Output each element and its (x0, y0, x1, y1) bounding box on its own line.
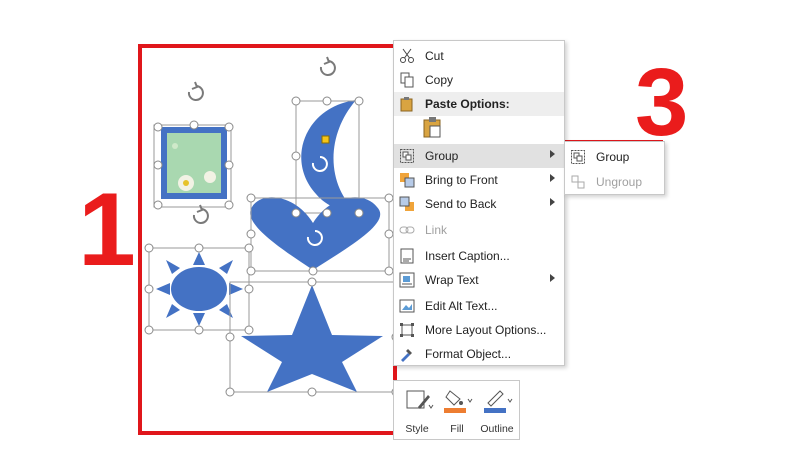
fill-label: Fill (450, 423, 464, 435)
ungroup-icon (571, 175, 585, 189)
bring-to-front-icon (400, 173, 415, 188)
group-icon (571, 150, 585, 164)
outline-label: Outline (480, 423, 514, 435)
chevron-right-icon (550, 274, 555, 282)
format-object-icon (401, 349, 412, 362)
chevron-right-icon (550, 198, 555, 206)
menu-item-group[interactable]: Group (394, 144, 564, 168)
menu-label-paste-options: Paste Options: (425, 97, 510, 111)
link-icon (399, 226, 415, 234)
submenu-label-ungroup: Ungroup (596, 175, 643, 189)
paste-keep-source-button[interactable] (421, 115, 445, 139)
context-menu: Cut Copy Paste Options: Group Bring to F… (393, 40, 565, 366)
layout-options-icon (400, 323, 414, 337)
fill-bucket-icon (444, 390, 473, 413)
scissors-icon (400, 48, 414, 63)
shape-style-icon (406, 390, 434, 409)
menu-item-bring-to-front[interactable]: Bring to Front (394, 168, 564, 192)
clipboard-icon (400, 97, 413, 112)
menu-label-wrap-text: Wrap Text (425, 273, 479, 287)
outline-button[interactable]: Outline (478, 385, 516, 437)
copy-icon (400, 72, 414, 88)
paste-icon (423, 117, 441, 138)
style-label: Style (405, 423, 429, 435)
menu-label-more-layout-options: More Layout Options... (425, 323, 547, 337)
submenu-item-ungroup[interactable]: Ungroup (565, 170, 664, 194)
group-icon (400, 149, 414, 163)
menu-item-copy[interactable]: Copy (394, 68, 564, 92)
menu-label-insert-caption: Insert Caption... (425, 249, 510, 263)
menu-item-send-to-back[interactable]: Send to Back (394, 192, 564, 216)
menu-item-edit-alt-text[interactable]: Edit Alt Text... (394, 294, 564, 318)
group-submenu: Group Ungroup (564, 141, 665, 195)
menu-item-more-layout-options[interactable]: More Layout Options... (394, 318, 564, 342)
submenu-label-group: Group (596, 150, 630, 164)
menu-label-link: Link (425, 223, 448, 237)
insert-caption-icon (400, 248, 414, 264)
highlight-box-shapes (138, 44, 397, 435)
menu-section-paste-options: Paste Options: (394, 92, 564, 116)
style-button[interactable]: Style (398, 385, 436, 437)
menu-item-wrap-text[interactable]: Wrap Text (394, 268, 564, 292)
menu-item-cut[interactable]: Cut (394, 44, 564, 68)
outline-pen-icon (484, 390, 513, 413)
wrap-text-icon (399, 272, 415, 288)
menu-label-group: Group (425, 149, 459, 163)
menu-label-edit-alt-text: Edit Alt Text... (425, 299, 498, 313)
submenu-item-group[interactable]: Group (565, 145, 664, 169)
menu-label-bring-to-front: Bring to Front (425, 173, 498, 187)
menu-item-link[interactable]: Link (394, 218, 564, 242)
chevron-right-icon (550, 150, 555, 158)
mini-toolbar: Style Fill Outline (393, 380, 520, 440)
menu-label-send-to-back: Send to Back (425, 197, 497, 211)
menu-label-cut: Cut (425, 49, 444, 63)
menu-item-format-object[interactable]: Format Object... (394, 342, 564, 366)
alt-text-icon (399, 299, 415, 313)
send-to-back-icon (399, 196, 414, 211)
fill-button[interactable]: Fill (438, 385, 476, 437)
menu-label-format-object: Format Object... (425, 347, 512, 361)
menu-item-insert-caption[interactable]: Insert Caption... (394, 244, 564, 268)
menu-label-copy: Copy (425, 73, 454, 87)
chevron-right-icon (550, 174, 555, 182)
